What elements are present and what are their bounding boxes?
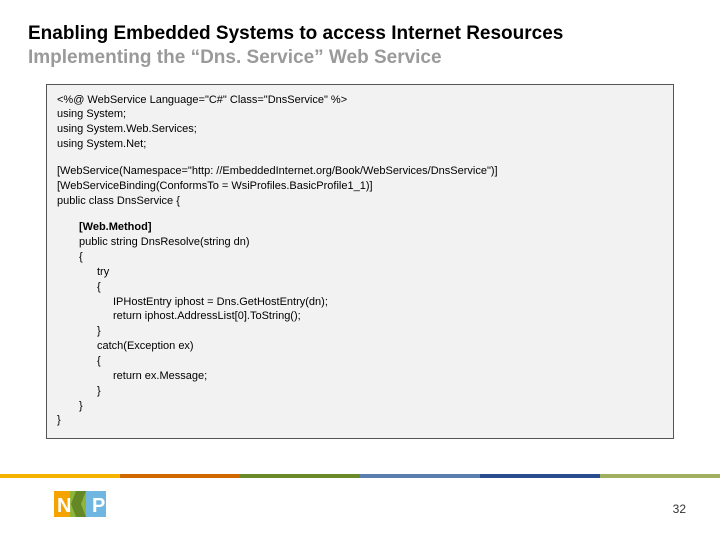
code-line: <%@ WebService Language="C#" Class="DnsS…	[57, 93, 663, 108]
code-line: try	[57, 265, 663, 280]
code-line: using System;	[57, 107, 663, 122]
code-line: }	[57, 384, 663, 399]
code-line: {	[57, 250, 663, 265]
divider-segment	[360, 474, 480, 478]
code-line: {	[57, 354, 663, 369]
slide-title: Enabling Embedded Systems to access Inte…	[28, 22, 692, 46]
code-line: catch(Exception ex)	[57, 339, 663, 354]
divider-segment	[120, 474, 240, 478]
code-line: return iphost.AddressList[0].ToString();	[57, 309, 663, 324]
code-line: return ex.Message;	[57, 369, 663, 384]
svg-text:P: P	[92, 495, 105, 517]
blank-line	[57, 152, 663, 164]
footer-divider	[0, 474, 720, 478]
slide-subtitle: Implementing the “Dns. Service” Web Serv…	[28, 46, 692, 70]
nxp-logo-icon: N P	[54, 489, 126, 524]
code-block: <%@ WebService Language="C#" Class="DnsS…	[46, 84, 674, 440]
divider-segment	[0, 474, 120, 478]
divider-segment	[600, 474, 720, 478]
code-line: using System.Net;	[57, 137, 663, 152]
code-line: using System.Web.Services;	[57, 122, 663, 137]
divider-segment	[240, 474, 360, 478]
blank-line	[57, 208, 663, 220]
code-line: public class DnsService {	[57, 194, 663, 209]
code-line: }	[57, 324, 663, 339]
code-line: [Web.Method]	[57, 220, 663, 235]
code-line: [WebService(Namespace="http: //EmbeddedI…	[57, 164, 663, 179]
code-line: }	[57, 399, 663, 414]
code-line: public string DnsResolve(string dn)	[57, 235, 663, 250]
code-line: }	[57, 413, 663, 428]
svg-text:N: N	[57, 495, 71, 517]
code-line: {	[57, 280, 663, 295]
code-line: IPHostEntry iphost = Dns.GetHostEntry(dn…	[57, 295, 663, 310]
code-line: [WebServiceBinding(ConformsTo = WsiProfi…	[57, 179, 663, 194]
divider-segment	[480, 474, 600, 478]
page-number: 32	[673, 502, 686, 516]
slide: Enabling Embedded Systems to access Inte…	[0, 0, 720, 540]
